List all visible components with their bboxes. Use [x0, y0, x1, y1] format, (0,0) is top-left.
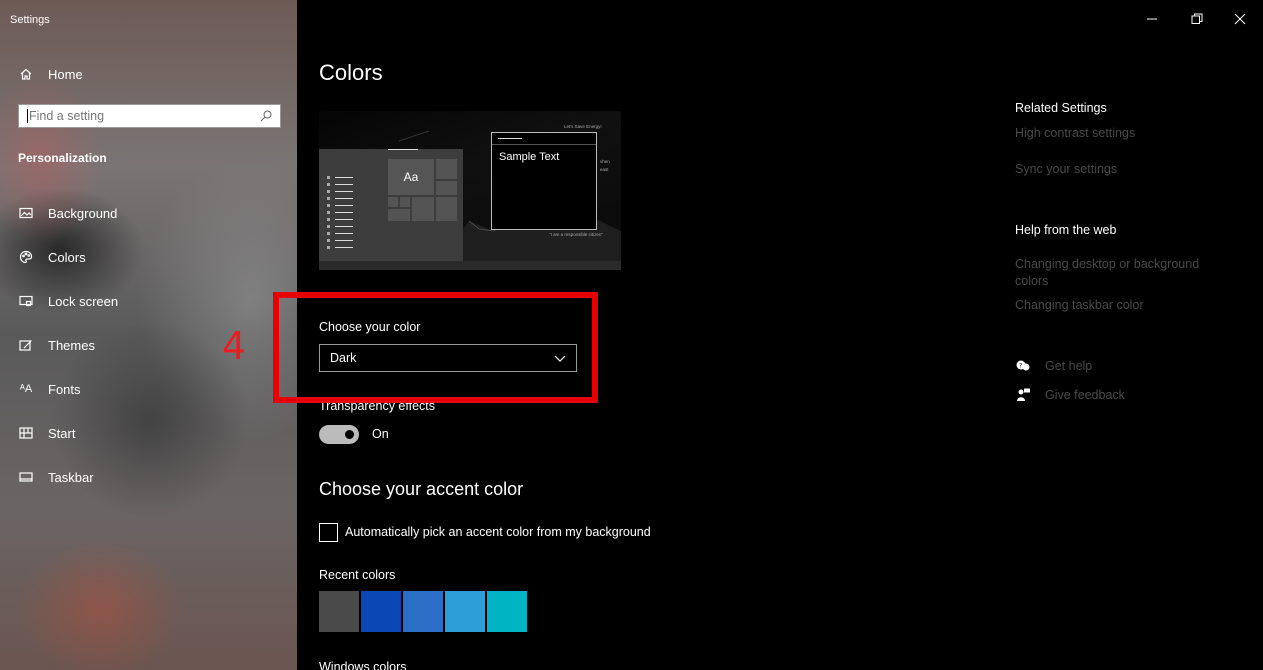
minimize-icon[interactable] [1145, 12, 1159, 26]
preview-window: Sample Text [491, 132, 597, 230]
preview-caption-side-2: east [600, 167, 609, 172]
sidebar-item-background[interactable]: Background [18, 203, 117, 223]
preview-sample-text: Sample Text [499, 151, 560, 163]
annotation-highlight-box [273, 292, 598, 403]
give-feedback-label: Give feedback [1045, 388, 1125, 402]
accent-heading: Choose your accent color [319, 479, 524, 499]
preview-taskbar [319, 261, 621, 270]
sidebar-item-label: Background [48, 205, 118, 221]
sidebar-item-label: Themes [48, 337, 95, 353]
sidebar-item-label: Taskbar [48, 469, 94, 485]
preview-tile-aa: Aa [388, 159, 434, 195]
search-icon[interactable] [260, 110, 272, 122]
search-placeholder: Find a setting [27, 109, 105, 123]
start-icon [18, 425, 34, 441]
preview-caption-top: Let's Save Energy! [564, 124, 602, 129]
color-swatch[interactable] [319, 591, 359, 632]
sidebar-item-home[interactable]: Home [18, 64, 83, 84]
preview-caption-side-1: vhen [600, 159, 610, 164]
preview-caption-bottom: "I am a responsible citizen" [549, 232, 603, 237]
windows-colors-label: Windows colors [319, 660, 407, 670]
sidebar-item-label: Home [48, 66, 83, 82]
recent-colors-label: Recent colors [319, 568, 396, 582]
lock-screen-icon [18, 293, 34, 309]
sidebar-item-label: Start [48, 425, 76, 441]
get-help-label: Get help [1045, 359, 1093, 373]
help-link-taskbar-color[interactable]: Changing taskbar color [1015, 298, 1144, 312]
help-link-desktop-colors[interactable]: Changing desktop or background colors [1015, 256, 1215, 290]
sidebar-item-label: Lock screen [48, 293, 119, 309]
auto-accent-label: Automatically pick an accent color from … [345, 525, 651, 539]
sidebar-item-colors[interactable]: Colors [18, 247, 86, 267]
sync-settings-link[interactable]: Sync your settings [1015, 162, 1117, 176]
sidebar-item-label: Colors [48, 249, 86, 265]
get-help-link[interactable]: ? Get help [1015, 358, 1092, 374]
image-icon [18, 205, 34, 221]
color-swatch[interactable] [445, 591, 485, 632]
sidebar-item-lock-screen[interactable]: Lock screen [18, 291, 118, 311]
home-icon [18, 66, 34, 82]
restore-icon[interactable] [1190, 12, 1204, 26]
annotation-step-number: 4 [222, 324, 247, 368]
sidebar-item-taskbar[interactable]: Taskbar [18, 467, 94, 487]
palette-icon [18, 249, 34, 265]
taskbar-icon [18, 469, 34, 485]
give-feedback-link[interactable]: Give feedback [1015, 387, 1125, 403]
search-input[interactable]: Find a setting [18, 104, 281, 128]
page-title: Colors [319, 60, 383, 85]
help-web-title: Help from the web [1015, 223, 1117, 237]
color-swatch[interactable] [361, 591, 401, 632]
get-help-icon: ? [1016, 360, 1030, 371]
preview-start-list [327, 176, 353, 254]
feedback-icon [1017, 388, 1030, 401]
color-swatch[interactable] [403, 591, 443, 632]
sidebar-item-label: Fonts [48, 381, 81, 397]
sidebar-item-themes[interactable]: Themes [18, 335, 95, 355]
high-contrast-link[interactable]: High contrast settings [1015, 126, 1135, 140]
related-settings-title: Related Settings [1015, 101, 1107, 115]
fonts-icon: ᴬA [19, 383, 33, 395]
window-title: Settings [10, 14, 50, 26]
brush-icon [18, 337, 34, 353]
sidebar: Settings Home Find a setting Personaliza… [0, 0, 297, 670]
section-title: Personalization [18, 151, 107, 165]
svg-text:?: ? [1019, 363, 1022, 370]
close-icon[interactable] [1233, 12, 1247, 26]
auto-accent-checkbox[interactable] [319, 523, 338, 542]
theme-preview: Aa Sample Text Let's Save Energy! vhen e… [319, 111, 621, 270]
transparency-state: On [372, 427, 389, 441]
sidebar-item-fonts[interactable]: ᴬA Fonts [18, 379, 81, 399]
sidebar-item-start[interactable]: Start [18, 423, 75, 443]
color-swatch[interactable] [487, 591, 527, 632]
transparency-toggle[interactable] [319, 425, 359, 444]
